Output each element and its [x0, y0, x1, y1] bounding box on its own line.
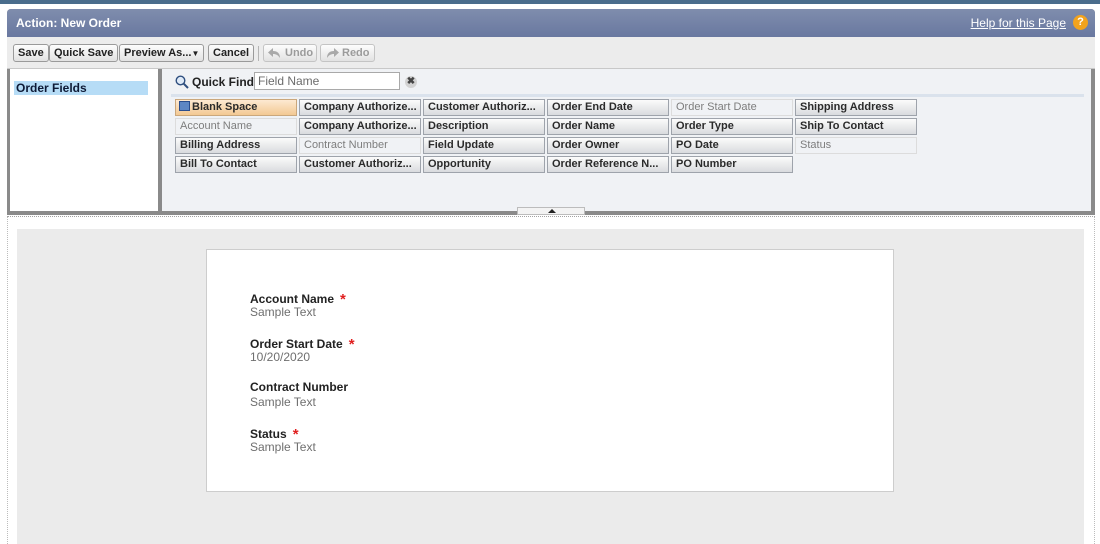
field-label-text: Order Start Date: [250, 337, 343, 351]
layout-field-label[interactable]: Contract Number: [250, 380, 348, 394]
palette-field-blank-space[interactable]: Blank Space: [175, 99, 297, 116]
save-button[interactable]: Save: [13, 44, 49, 62]
palette-field[interactable]: Order Type: [671, 118, 793, 135]
palette-field[interactable]: Opportunity: [423, 156, 545, 173]
palette-divider: [171, 94, 1084, 97]
required-marker: *: [340, 291, 346, 308]
field-label-text: Account Name: [250, 292, 335, 306]
palette-field[interactable]: Company Authorize...: [299, 99, 421, 116]
search-icon: [175, 75, 189, 89]
collapse-palette-handle[interactable]: [517, 207, 585, 215]
toolbar-separator: [258, 46, 259, 61]
palette-field[interactable]: Bill To Contact: [175, 156, 297, 173]
palette-field[interactable]: Status: [795, 137, 917, 154]
palette-field[interactable]: Order Start Date: [671, 99, 793, 116]
page-title: Action: New Order: [16, 16, 122, 30]
help-link[interactable]: Help for this Page: [971, 16, 1066, 30]
redo-button[interactable]: Redo: [320, 44, 375, 62]
palette-field[interactable]: Order End Date: [547, 99, 669, 116]
clear-search-icon[interactable]: ✖: [405, 76, 417, 88]
palette-field[interactable]: Contract Number: [299, 137, 421, 154]
field-label-text: Contract Number: [250, 380, 349, 394]
quick-find-input[interactable]: [254, 72, 400, 90]
layout-editor-panel: Action: New Order Help for this Page ? S…: [7, 9, 1095, 215]
undo-label: Undo: [285, 47, 314, 59]
layout-field-value: Sample Text: [250, 395, 316, 409]
blank-space-icon: [179, 101, 190, 111]
palette-field[interactable]: Customer Authoriz...: [299, 156, 421, 173]
palette-field-label: Blank Space: [192, 101, 258, 113]
palette-field[interactable]: Order Name: [547, 118, 669, 135]
field-palette: Quick Find ✖ Blank Space Account Name Bi…: [162, 69, 1091, 211]
undo-button[interactable]: Undo: [263, 44, 317, 62]
field-label-text: Status: [250, 427, 287, 441]
required-marker: *: [348, 336, 355, 353]
palette-field[interactable]: PO Date: [671, 137, 793, 154]
help-icon[interactable]: ?: [1073, 15, 1088, 30]
quick-find-label: Quick Find: [192, 75, 255, 89]
quick-save-button[interactable]: Quick Save: [49, 44, 119, 62]
title-bar: Action: New Order Help for this Page ?: [7, 9, 1095, 37]
redo-label: Redo: [342, 47, 370, 59]
field-category-sidebar: Order Fields: [10, 69, 158, 211]
sidebar-item-order-fields[interactable]: Order Fields: [14, 81, 148, 95]
palette-field[interactable]: Order Owner: [547, 137, 669, 154]
palette-field[interactable]: Description: [423, 118, 545, 135]
layout-field-value: Sample Text: [250, 305, 316, 319]
palette-field[interactable]: Shipping Address: [795, 99, 917, 116]
palette-field[interactable]: Company Authorize...: [299, 118, 421, 135]
preview-as-label: Preview As...: [124, 47, 192, 59]
palette-field[interactable]: Ship To Contact: [795, 118, 917, 135]
preview-as-button[interactable]: Preview As...▼: [119, 44, 205, 62]
dropdown-arrow-icon: ▼: [191, 49, 200, 58]
action-layout-card: Account Name * Sample Text Order Start Da…: [206, 249, 894, 492]
cancel-button[interactable]: Cancel: [208, 44, 255, 62]
palette-field[interactable]: Customer Authoriz...: [423, 99, 545, 116]
toolbar: Save Quick Save Preview As...▼ Cancel Un…: [7, 37, 1095, 69]
undo-icon: [268, 48, 280, 58]
palette-field[interactable]: Field Update: [423, 137, 545, 154]
palette-field[interactable]: Billing Address: [175, 137, 297, 154]
layout-field-value: Sample Text: [250, 440, 316, 454]
redo-icon: [327, 48, 339, 58]
top-accent-strip: [0, 0, 1100, 4]
layout-field-value: 10/20/2020: [250, 350, 311, 364]
palette-field[interactable]: Order Reference N...: [547, 156, 669, 173]
palette-field[interactable]: PO Number: [671, 156, 793, 173]
palette-field[interactable]: Account Name: [175, 118, 297, 135]
canvas-divider: [7, 216, 1095, 217]
